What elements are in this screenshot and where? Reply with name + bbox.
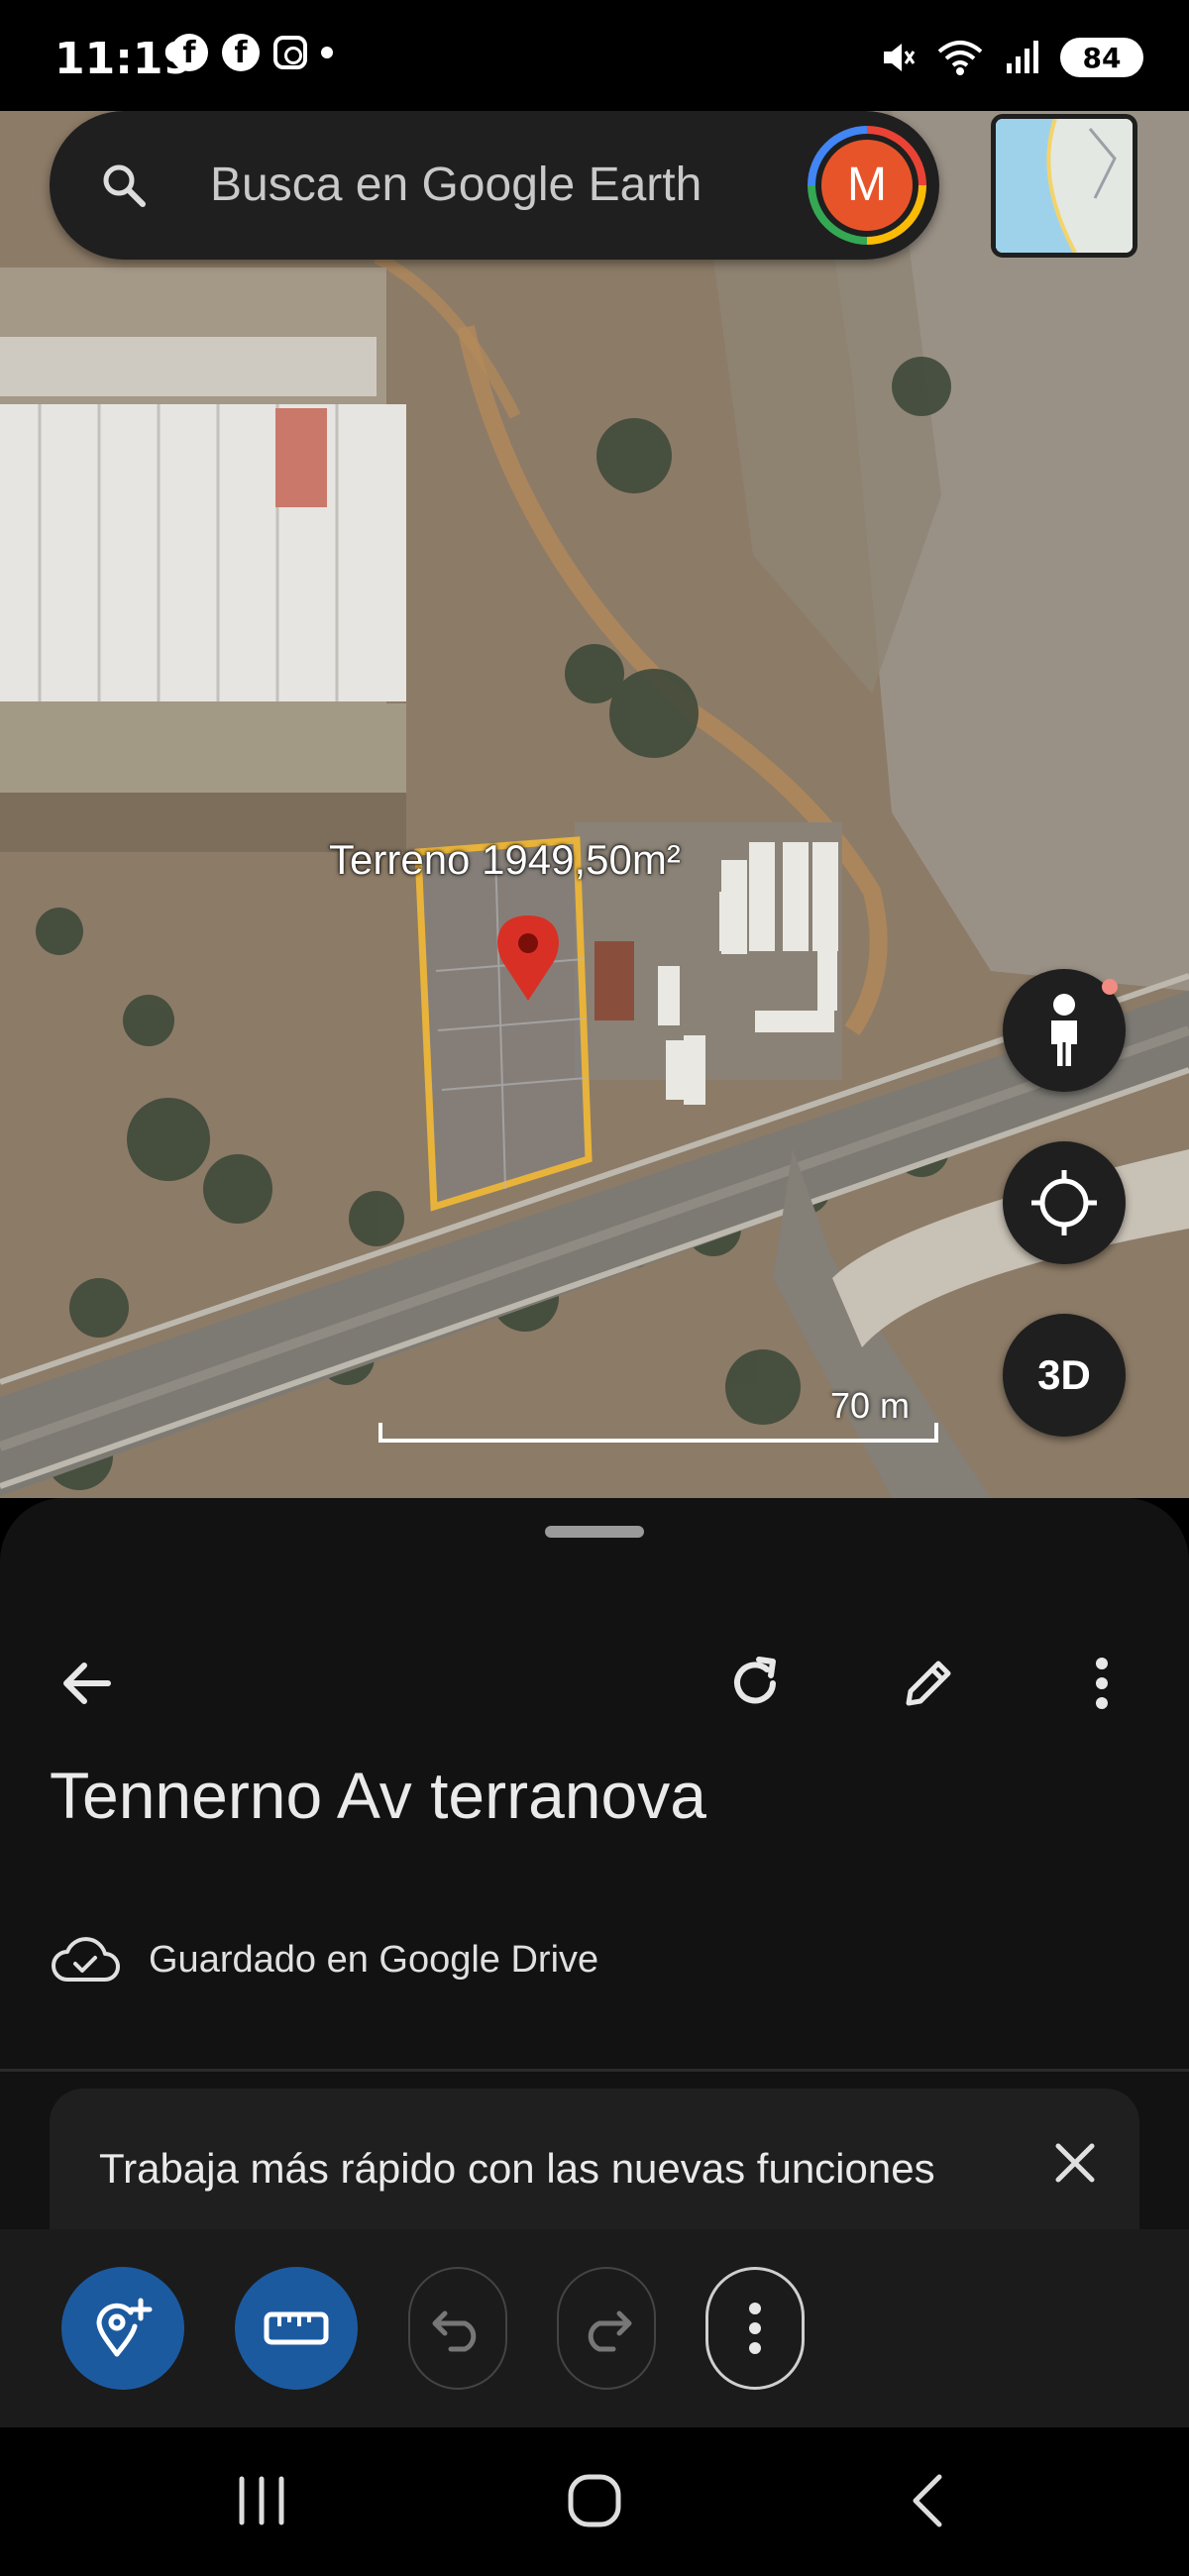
avatar-letter: M xyxy=(821,140,913,231)
undo-icon xyxy=(432,2310,477,2352)
street-view-button[interactable] xyxy=(1003,969,1126,1092)
save-status: Guardado en Google Drive xyxy=(50,1934,598,1986)
status-bar: 11:19 f f 84 xyxy=(0,0,1189,111)
facebook-icon: f xyxy=(222,34,260,71)
instagram-icon xyxy=(273,36,307,69)
more-vert-icon xyxy=(749,2303,761,2354)
promo-close-button[interactable] xyxy=(1030,2118,1120,2207)
my-location-button[interactable] xyxy=(1003,1141,1126,1264)
cloud-done-icon xyxy=(52,1937,120,1982)
redo-button[interactable] xyxy=(557,2267,656,2390)
bottom-toolbar xyxy=(0,2229,1189,2427)
undo-button[interactable] xyxy=(408,2267,507,2390)
arrow-back-icon xyxy=(63,1663,111,1704)
recent-apps-button[interactable] xyxy=(234,2471,289,2535)
notification-icons: f f xyxy=(170,34,333,71)
system-icons: 84 xyxy=(878,38,1143,77)
minimap-icon xyxy=(996,119,1133,253)
search-bar[interactable]: Busca en Google Earth M xyxy=(50,111,939,260)
divider xyxy=(0,2069,1189,2072)
edit-button[interactable] xyxy=(884,1639,973,1728)
satellite-imagery xyxy=(0,111,1189,1498)
add-placemark-button[interactable] xyxy=(61,2267,184,2390)
account-avatar-button[interactable]: M xyxy=(808,126,926,245)
scale-label: 70 m xyxy=(830,1385,911,1426)
satellite-map[interactable] xyxy=(0,111,1189,1498)
measure-button[interactable] xyxy=(235,2267,358,2390)
toolbar-more-button[interactable] xyxy=(705,2267,805,2390)
my-location-icon xyxy=(1031,1170,1097,1235)
battery-icon: 84 xyxy=(1060,38,1143,77)
recent-apps-icon xyxy=(239,2476,284,2525)
redo-icon xyxy=(588,2310,632,2352)
search-input[interactable]: Busca en Google Earth xyxy=(210,111,702,260)
refresh-button[interactable] xyxy=(710,1639,800,1728)
pegman-icon xyxy=(1051,994,1077,1066)
edit-pencil-icon xyxy=(906,1661,951,1706)
bottom-sheet: Tennerno Av terranova Guardado en Google… xyxy=(0,1498,1189,2229)
promo-text: Trabaja más rápido con las nuevas funcio… xyxy=(99,2145,935,2192)
ruler-icon xyxy=(264,2311,329,2345)
more-vert-icon xyxy=(1096,1658,1108,1709)
home-icon xyxy=(568,2474,621,2527)
close-icon xyxy=(1055,2143,1095,2183)
facebook-icon: f xyxy=(170,34,208,71)
polygon-area-label[interactable]: Terreno 1949,50m² xyxy=(329,836,681,884)
refresh-icon xyxy=(734,1657,776,1704)
mute-icon xyxy=(884,44,916,71)
signal-icon xyxy=(1007,41,1038,73)
search-icon xyxy=(103,164,146,207)
add-placemark-icon xyxy=(96,2298,153,2357)
notification-dot-icon xyxy=(1102,979,1118,995)
back-button[interactable] xyxy=(42,1639,131,1728)
back-nav-button[interactable] xyxy=(904,2471,953,2535)
notification-dot-icon xyxy=(321,47,333,58)
more-options-button[interactable] xyxy=(1057,1639,1146,1728)
save-status-text: Guardado en Google Drive xyxy=(149,1938,599,1981)
home-button[interactable] xyxy=(565,2471,624,2535)
sheet-drag-handle[interactable] xyxy=(545,1526,644,1538)
project-title: Tennerno Av terranova xyxy=(50,1759,706,1832)
map-style-thumbnail-button[interactable] xyxy=(991,114,1137,258)
wifi-icon xyxy=(937,41,983,75)
nav-back-icon xyxy=(913,2474,942,2527)
scale-bar xyxy=(378,1423,938,1443)
system-navigation-bar xyxy=(0,2427,1189,2576)
promo-card[interactable]: Trabaja más rápido con las nuevas funcio… xyxy=(50,2089,1139,2229)
3d-toggle-button[interactable]: 3D xyxy=(1003,1314,1126,1437)
